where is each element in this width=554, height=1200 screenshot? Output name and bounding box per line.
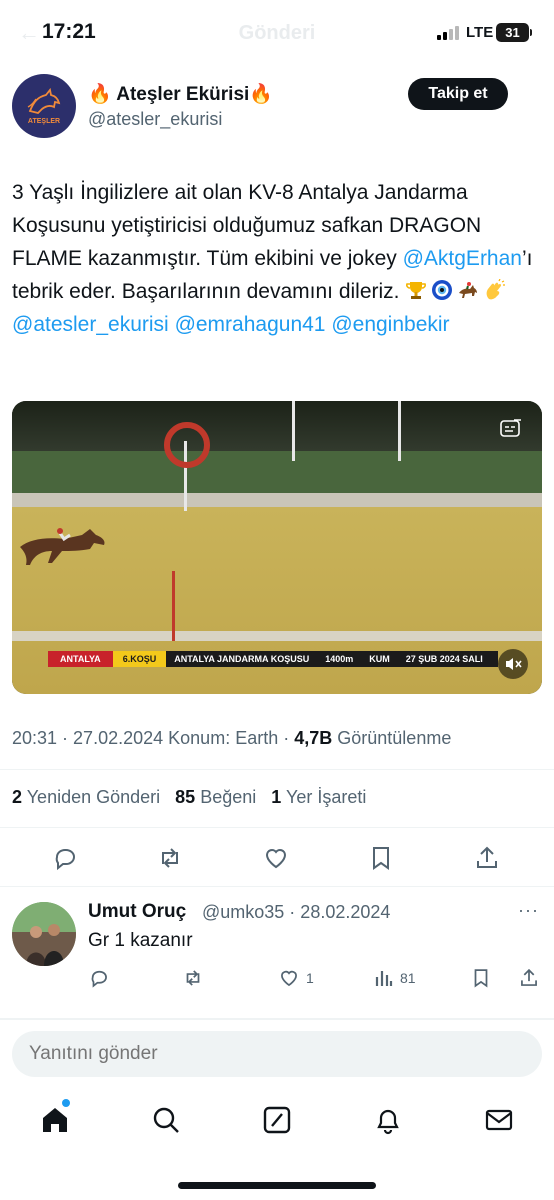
author-display-name[interactable]: 🔥 Ateşler Ekürisi🔥 bbox=[88, 82, 273, 106]
reply-icon[interactable] bbox=[51, 844, 79, 872]
horse-racing-icon bbox=[459, 282, 478, 298]
reply-text: Gr 1 kazanır bbox=[88, 930, 193, 951]
views-icon bbox=[375, 971, 393, 986]
clapping-hands-icon bbox=[486, 279, 506, 300]
like-icon[interactable] bbox=[262, 844, 290, 872]
reply-like-button[interactable]: 1 bbox=[278, 966, 314, 990]
tweet-time[interactable]: 20:31 bbox=[12, 728, 57, 748]
reply-more-icon[interactable]: ··· bbox=[518, 900, 539, 921]
battery-icon: 31 bbox=[496, 23, 529, 42]
tab-search[interactable] bbox=[149, 1103, 183, 1137]
reply-view-count: 81 bbox=[400, 970, 416, 986]
author-avatar[interactable]: ATEŞLER bbox=[12, 74, 76, 138]
broadcast-city: ANTALYA bbox=[48, 651, 113, 667]
video-scene-pole bbox=[172, 571, 175, 641]
tweet-meta: 20:31 · 27.02.2024 Konum: Earth · 4,7B G… bbox=[12, 728, 452, 748]
bookmark-icon bbox=[474, 969, 488, 988]
network-label: LTE bbox=[466, 24, 494, 41]
retweets-label[interactable]: Yeniden Gönderi bbox=[27, 787, 160, 807]
video-player[interactable]: ANTALYA 6.KOŞU ANTALYA JANDARMA KOŞUSU 1… bbox=[12, 401, 542, 694]
video-scene-grass bbox=[12, 451, 542, 495]
search-icon bbox=[153, 1107, 179, 1133]
tweet-text: 3 Yaşlı İngilizlere ait olan KV-8 Antaly… bbox=[12, 176, 542, 341]
reply-views-button[interactable]: 81 bbox=[374, 966, 416, 990]
views-count: 4,7B bbox=[294, 728, 333, 748]
likes-label[interactable]: Beğeni bbox=[200, 787, 256, 807]
battery-tip bbox=[530, 29, 532, 36]
reply-avatar[interactable] bbox=[12, 902, 76, 966]
follow-button[interactable]: Takip et bbox=[408, 78, 508, 110]
avatar-text: ATEŞLER bbox=[27, 118, 61, 125]
like-icon bbox=[281, 970, 297, 987]
video-scene-pole bbox=[292, 401, 295, 461]
views-label: Görüntülenme bbox=[337, 728, 452, 748]
mute-button[interactable] bbox=[498, 649, 528, 679]
reply-icon bbox=[91, 970, 107, 988]
reply-reply-button[interactable] bbox=[88, 966, 110, 990]
retweet-icon[interactable] bbox=[156, 844, 184, 872]
likes-count[interactable]: 85 bbox=[175, 787, 195, 807]
video-scene-pole bbox=[398, 401, 401, 461]
captions-icon[interactable] bbox=[500, 419, 522, 439]
reply-share-button[interactable] bbox=[518, 966, 540, 990]
share-icon bbox=[521, 968, 537, 986]
home-indicator bbox=[178, 1182, 376, 1189]
mention-link[interactable]: @emrahagun41 bbox=[175, 313, 326, 336]
bookmarks-label[interactable]: Yer İşareti bbox=[286, 787, 366, 807]
tab-home[interactable] bbox=[38, 1103, 72, 1137]
broadcast-distance: 1400m bbox=[325, 654, 354, 664]
horse-logo-icon bbox=[27, 87, 61, 114]
divider bbox=[0, 886, 554, 887]
tab-messages[interactable] bbox=[482, 1103, 516, 1137]
reply-display-name[interactable]: Umut Oruç bbox=[88, 901, 186, 923]
video-scene-far-rail bbox=[12, 493, 542, 507]
bookmark-icon[interactable] bbox=[367, 844, 395, 872]
bell-icon bbox=[377, 1109, 399, 1135]
divider bbox=[0, 1018, 554, 1020]
author-handle[interactable]: @atesler_ekurisi bbox=[88, 109, 222, 130]
tweet-location: Konum: Earth bbox=[168, 728, 279, 748]
tweet-stats: 2 Yeniden Gönderi 85 Beğeni 1 Yer İşaret… bbox=[12, 787, 366, 808]
reply-bookmark-button[interactable] bbox=[470, 966, 492, 990]
retweets-count[interactable]: 2 bbox=[12, 787, 22, 807]
tab-notifications[interactable] bbox=[371, 1103, 405, 1137]
reply-action-bar: 1 81 bbox=[88, 962, 548, 994]
share-icon[interactable] bbox=[473, 844, 501, 872]
reply-like-count: 1 bbox=[306, 970, 314, 986]
tab-grok[interactable] bbox=[260, 1103, 294, 1137]
retweet-icon bbox=[186, 970, 200, 986]
horse-jockey-icon bbox=[20, 528, 105, 565]
broadcast-lower-third: ANTALYA 6.KOŞU ANTALYA JANDARMA KOŞUSU 1… bbox=[48, 651, 498, 667]
video-scene-near-rail bbox=[12, 631, 542, 641]
status-time: 17:21 bbox=[42, 20, 96, 43]
divider bbox=[0, 769, 554, 770]
broadcast-surface: KUM bbox=[369, 654, 390, 664]
broadcast-race-name: ANTALYA JANDARMA KOŞUSU bbox=[174, 654, 310, 664]
finish-ring-icon bbox=[164, 422, 210, 468]
nazar-icon bbox=[432, 280, 453, 300]
signal-icon bbox=[437, 26, 463, 40]
home-icon bbox=[43, 1108, 67, 1132]
mention-link[interactable]: @atesler_ekurisi bbox=[12, 313, 169, 336]
speaker-muted-icon bbox=[506, 658, 522, 670]
trophy-icon bbox=[406, 282, 427, 299]
reply-handle-date[interactable]: @umko35 · 28.02.2024 bbox=[202, 902, 390, 923]
reply-compose-input[interactable] bbox=[12, 1031, 542, 1077]
notification-dot bbox=[62, 1099, 70, 1107]
broadcast-date: 27 ŞUB 2024 SALI bbox=[405, 654, 483, 664]
grok-icon bbox=[263, 1106, 291, 1134]
broadcast-race-number: 6.KOŞU bbox=[112, 651, 167, 667]
tweet-date[interactable]: 27.02.2024 bbox=[73, 728, 163, 748]
mention-link[interactable]: @enginbekir bbox=[331, 313, 449, 336]
mail-icon bbox=[485, 1109, 513, 1131]
tweet-action-bar bbox=[0, 838, 554, 878]
reply-retweet-button[interactable] bbox=[182, 966, 204, 990]
mention-link[interactable]: @AktgErhan bbox=[403, 247, 522, 270]
divider bbox=[0, 827, 554, 828]
avatar-photo bbox=[12, 902, 76, 966]
bookmarks-count[interactable]: 1 bbox=[271, 787, 281, 807]
